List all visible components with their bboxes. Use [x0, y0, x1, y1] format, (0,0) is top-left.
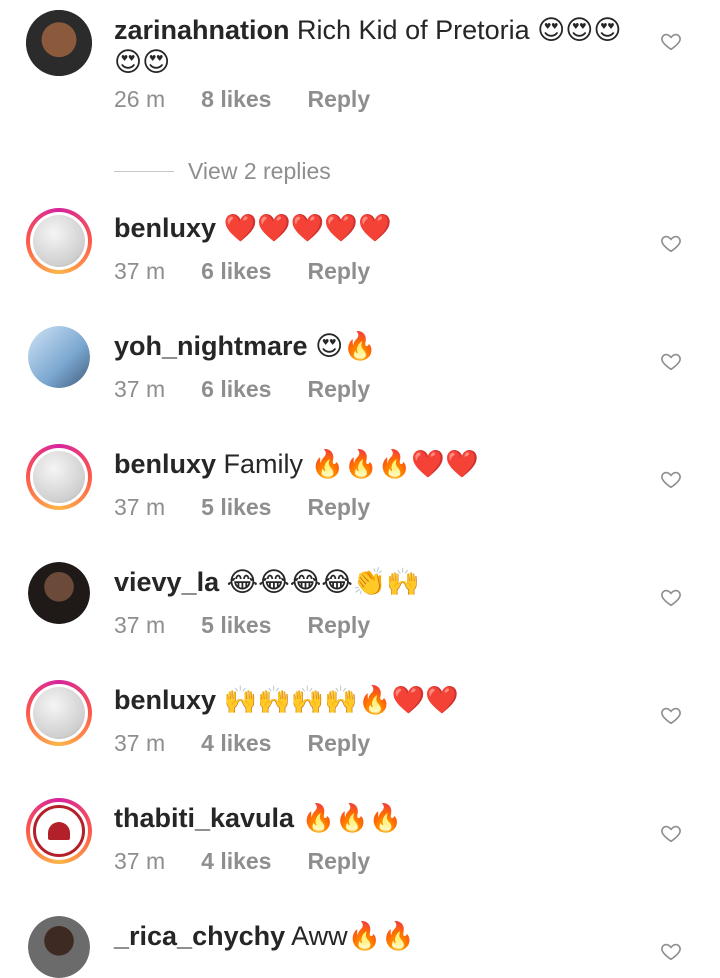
timestamp: 37 m	[114, 612, 166, 638]
username[interactable]: benluxy	[114, 685, 216, 715]
username[interactable]: _rica_chychy	[114, 921, 285, 951]
avatar[interactable]	[26, 680, 92, 746]
timestamp: 37 m	[114, 376, 166, 402]
heart-outline-icon[interactable]	[660, 468, 682, 490]
timestamp: 26 m	[114, 86, 166, 112]
heart-outline-icon[interactable]	[660, 30, 682, 52]
heart-outline-icon[interactable]	[660, 232, 682, 254]
comment-text: 😍🔥	[315, 331, 377, 361]
avatar[interactable]	[26, 444, 92, 510]
avatar[interactable]	[26, 798, 92, 864]
comment-text: Aww🔥🔥	[291, 921, 415, 951]
reply-button[interactable]: Reply	[307, 376, 370, 403]
heart-outline-icon[interactable]	[660, 822, 682, 844]
username[interactable]: yoh_nightmare	[114, 331, 308, 361]
comment-text: 🔥🔥🔥	[301, 803, 403, 833]
username[interactable]: thabiti_kavula	[114, 803, 294, 833]
heart-outline-icon[interactable]	[660, 586, 682, 608]
comment-text: 🙌🙌🙌🙌🔥❤️❤️	[223, 685, 459, 715]
heart-outline-icon[interactable]	[660, 350, 682, 372]
timestamp: 37 m	[114, 730, 166, 756]
timestamp: 37 m	[114, 258, 166, 284]
avatar[interactable]	[28, 916, 90, 978]
likes-count[interactable]: 5 likes	[201, 612, 271, 639]
likes-count[interactable]: 4 likes	[201, 848, 271, 875]
username[interactable]: benluxy	[114, 213, 216, 243]
comment-text: ❤️❤️❤️❤️❤️	[223, 213, 392, 243]
reply-button[interactable]: Reply	[307, 730, 370, 757]
likes-count[interactable]: 6 likes	[201, 258, 271, 285]
brand-logo-icon	[48, 822, 70, 840]
likes-count[interactable]: 5 likes	[201, 494, 271, 521]
view-replies-label[interactable]: View 2 replies	[188, 158, 331, 185]
reply-button[interactable]: Reply	[307, 258, 370, 285]
avatar[interactable]	[26, 208, 92, 274]
heart-outline-icon[interactable]	[660, 704, 682, 726]
reply-button[interactable]: Reply	[307, 86, 370, 113]
reply-button[interactable]: Reply	[307, 848, 370, 875]
username[interactable]: zarinahnation	[114, 15, 290, 45]
avatar[interactable]	[28, 562, 90, 624]
comment-text: 😂😂😂😂👏🙌	[226, 567, 421, 597]
avatar[interactable]	[28, 326, 90, 388]
timestamp: 37 m	[114, 494, 166, 520]
reply-button[interactable]: Reply	[307, 612, 370, 639]
heart-outline-icon[interactable]	[660, 940, 682, 962]
avatar[interactable]	[26, 10, 92, 76]
divider	[114, 171, 174, 172]
comment-text: Family 🔥🔥🔥❤️❤️	[223, 449, 479, 479]
likes-count[interactable]: 8 likes	[201, 86, 271, 113]
likes-count[interactable]: 4 likes	[201, 730, 271, 757]
username[interactable]: benluxy	[114, 449, 216, 479]
timestamp: 37 m	[114, 848, 166, 874]
username[interactable]: vievy_la	[114, 567, 219, 597]
likes-count[interactable]: 6 likes	[201, 376, 271, 403]
reply-button[interactable]: Reply	[307, 494, 370, 521]
view-replies-button[interactable]: View 2 replies	[114, 158, 331, 185]
